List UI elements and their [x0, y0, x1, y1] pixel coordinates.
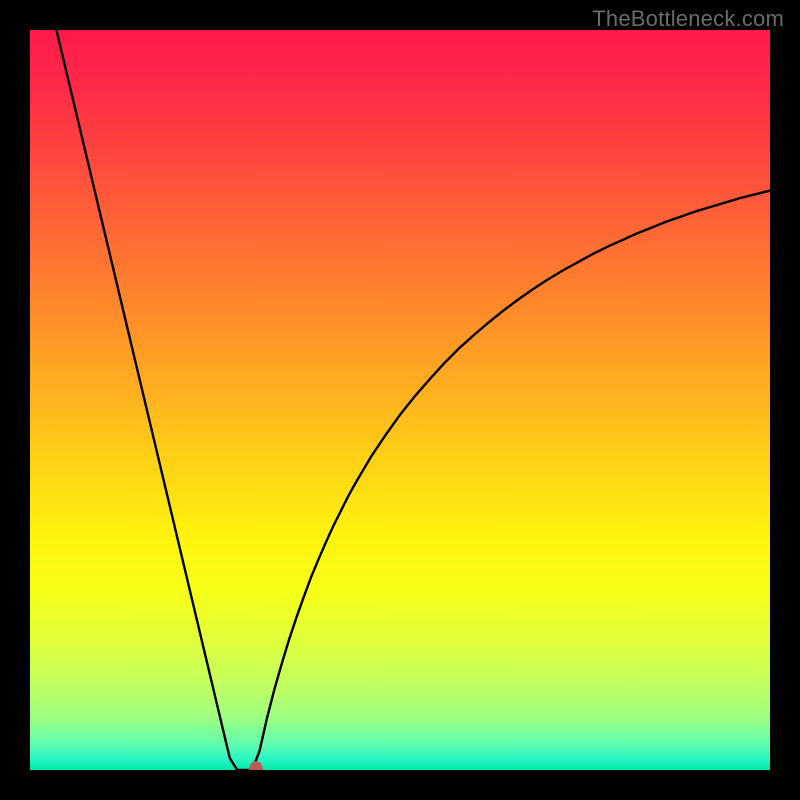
watermark-text: TheBottleneck.com	[592, 6, 784, 32]
plot-area	[30, 30, 770, 770]
bottleneck-curve	[30, 30, 770, 770]
chart-frame: TheBottleneck.com	[0, 0, 800, 800]
